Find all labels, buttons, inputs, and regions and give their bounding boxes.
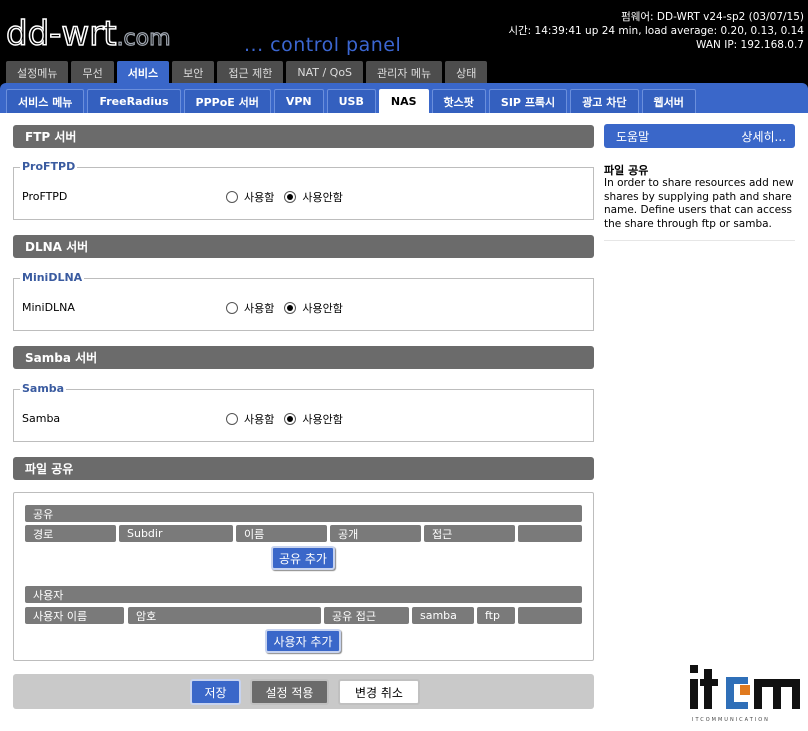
ftp-fieldset: ProFTPD ProFTPD 사용함 사용안함	[13, 160, 594, 220]
tab-services[interactable]: 서비스	[116, 61, 170, 84]
dlna-fieldset: MiniDLNA MiniDLNA 사용함 사용안함	[13, 271, 594, 331]
watermark-subtext: ITCOMMUNICATION	[692, 717, 770, 723]
ftp-enable-label: 사용함	[244, 191, 275, 204]
ddwrt-logo: dd-wrt.com	[5, 13, 171, 55]
help-topic-title: 파일 공유	[604, 164, 649, 177]
samba-label: Samba	[22, 412, 61, 425]
subtab-nas[interactable]: NAS	[378, 89, 429, 113]
samba-section-title: Samba 서버	[13, 346, 594, 369]
subtab-adblock[interactable]: 광고 차단	[570, 89, 639, 113]
subtab-freeradius[interactable]: FreeRadius	[87, 89, 181, 113]
users-col-password: 암호	[128, 607, 321, 624]
tab-setup[interactable]: 설정메뉴	[6, 61, 69, 84]
help-more-link[interactable]: 상세히...	[741, 128, 786, 145]
tab-status[interactable]: 상태	[445, 61, 488, 84]
ftp-radio-group: 사용함 사용안함	[226, 189, 347, 205]
users-col-actions	[518, 607, 582, 624]
footer-button-bar: 저장 설정 적용 변경 취소	[13, 674, 594, 709]
help-topic-text: In order to share resources add new shar…	[604, 177, 794, 230]
dlna-disable-label: 사용안함	[302, 302, 343, 315]
dlna-enable-label: 사용함	[244, 302, 275, 315]
apply-settings-button[interactable]: 설정 적용	[250, 679, 329, 705]
cancel-changes-button[interactable]: 변경 취소	[338, 679, 420, 705]
users-col-ftp: ftp	[477, 607, 515, 624]
samba-enable-label: 사용함	[244, 413, 275, 426]
users-col-username: 사용자 이름	[25, 607, 124, 624]
ftp-enable-radio[interactable]	[226, 191, 238, 203]
samba-fieldset: Samba Samba 사용함 사용안함	[13, 382, 594, 442]
samba-disable-label: 사용안함	[302, 413, 343, 426]
samba-radio-group: 사용함 사용안함	[226, 411, 347, 427]
shares-col-path: 경로	[25, 525, 116, 542]
dlna-enable-radio[interactable]	[226, 302, 238, 314]
content-area: FTP 서버 ProFTPD ProFTPD 사용함 사용안함 DLNA 서버 …	[0, 113, 808, 731]
dlna-disable-radio[interactable]	[284, 302, 297, 314]
tab-wireless[interactable]: 무선	[71, 61, 114, 84]
dlna-section-title: DLNA 서버	[13, 235, 594, 258]
shares-col-actions	[518, 525, 582, 542]
shares-col-public: 공개	[330, 525, 421, 542]
subtab-sip-proxy[interactable]: SIP 프록시	[488, 89, 568, 113]
subtab-vpn[interactable]: VPN	[273, 89, 324, 113]
samba-disable-radio[interactable]	[284, 413, 297, 425]
subtab-webserver[interactable]: 웹서버	[641, 89, 696, 113]
subtab-usb[interactable]: USB	[326, 89, 376, 113]
share-fieldset: 공유 경로 Subdir 이름 공개 접근 공유 추가 사용자 사용자 이름 암…	[13, 492, 594, 661]
tab-nat-qos[interactable]: NAT / QoS	[286, 61, 364, 84]
wan-ip: WAN IP: 192.168.0.7	[696, 39, 804, 51]
tab-security[interactable]: 보안	[172, 61, 215, 84]
share-section-title: 파일 공유	[13, 457, 594, 480]
sub-tabs: 서비스 메뉴 FreeRadius PPPoE 서버 VPN USB NAS 핫…	[6, 89, 696, 113]
add-user-button[interactable]: 사용자 추가	[265, 629, 341, 653]
shares-col-subdir: Subdir	[119, 525, 233, 542]
router-info: 펌웨어: DD-WRT v24-sp2 (03/07/15) 시간: 14:39…	[508, 10, 804, 52]
subtab-hotspot[interactable]: 핫스팟	[431, 89, 486, 113]
ftp-label: ProFTPD	[22, 190, 68, 203]
add-share-button[interactable]: 공유 추가	[271, 546, 335, 570]
save-button[interactable]: 저장	[190, 679, 241, 705]
samba-legend: Samba	[20, 382, 67, 395]
firmware-version: 펌웨어: DD-WRT v24-sp2 (03/07/15)	[621, 11, 804, 23]
uptime-load: 시간: 14:39:41 up 24 min, load average: 0.…	[508, 25, 804, 37]
shares-header: 공유	[25, 505, 582, 522]
ftp-legend: ProFTPD	[20, 160, 78, 173]
dlna-radio-group: 사용함 사용안함	[226, 300, 347, 316]
main-tabs: 설정메뉴 무선 서비스 보안 접근 제한 NAT / QoS 관리자 메뉴 상태	[6, 61, 488, 84]
tab-administration[interactable]: 관리자 메뉴	[366, 61, 443, 84]
users-header: 사용자	[25, 586, 582, 603]
subtab-pppoe-server[interactable]: PPPoE 서버	[183, 89, 271, 113]
ftp-section-title: FTP 서버	[13, 125, 594, 148]
ftp-disable-radio[interactable]	[284, 191, 297, 203]
control-panel-subtitle: ... control panel	[244, 34, 402, 56]
users-col-share-access: 공유 접근	[324, 607, 409, 624]
users-col-samba: samba	[412, 607, 474, 624]
shares-col-access: 접근	[424, 525, 515, 542]
help-divider	[604, 240, 795, 241]
itcm-logo-icon	[690, 665, 800, 709]
samba-enable-radio[interactable]	[226, 413, 238, 425]
help-header: 도움말 상세히...	[604, 124, 795, 148]
tab-access-restrictions[interactable]: 접근 제한	[217, 61, 284, 84]
help-title-label: 도움말	[616, 129, 650, 144]
dlna-label: MiniDLNA	[22, 301, 75, 314]
dlna-legend: MiniDLNA	[20, 271, 85, 284]
shares-col-name: 이름	[236, 525, 327, 542]
itcm-watermark-logo: ITCOMMUNICATION	[688, 665, 804, 725]
ftp-disable-label: 사용안함	[302, 191, 343, 204]
subtab-services[interactable]: 서비스 메뉴	[6, 89, 85, 113]
